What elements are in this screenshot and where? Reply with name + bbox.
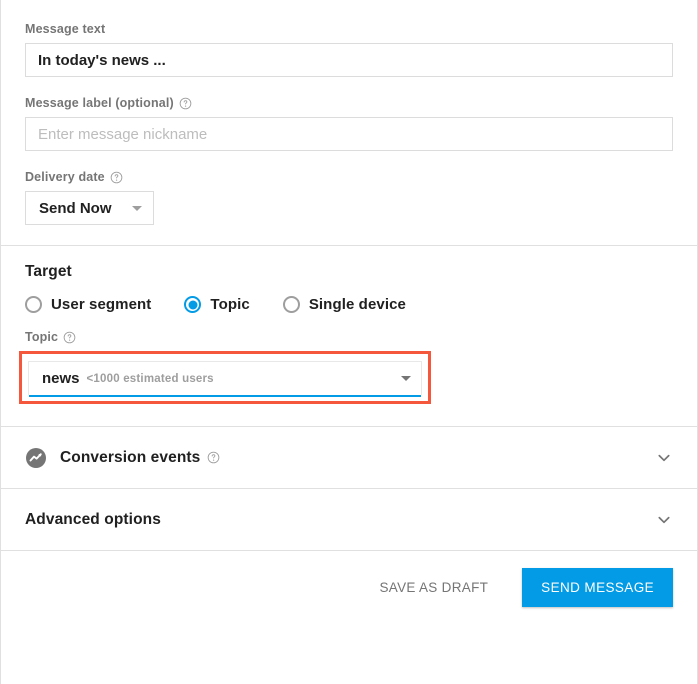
footer-actions: SAVE AS DRAFT SEND MESSAGE [1,551,697,623]
message-text-field-group: Message text In today's news ... [25,22,673,77]
chevron-down-icon[interactable] [655,449,673,467]
topic-label-text: Topic [25,330,59,344]
topic-label: Topic [25,330,673,344]
message-text-value: In today's news ... [38,51,166,69]
message-label-label-text: Message label (optional) [25,96,174,110]
topic-selected-value: news [42,370,80,387]
delivery-date-field-group: Delivery date Send Now [25,170,673,225]
message-label-placeholder: Enter message nickname [38,125,208,143]
conversion-events-row[interactable]: Conversion events [1,427,697,488]
help-circle-icon[interactable] [207,451,220,464]
chevron-down-icon[interactable] [655,511,673,529]
topic-estimated-users: <1000 estimated users [86,372,214,385]
target-radio-group: User segment Topic Single device [25,296,673,313]
send-message-button[interactable]: SEND MESSAGE [522,567,673,607]
topic-selector-highlight: news <1000 estimated users [19,351,431,404]
caret-down-icon [132,205,142,211]
radio-circle-icon [25,296,42,313]
radio-circle-selected-icon [184,296,202,313]
topic-select[interactable]: news <1000 estimated users [28,361,422,397]
conversion-events-title-wrap: Conversion events [60,449,220,467]
radio-single-device-label: Single device [308,296,406,313]
radio-topic[interactable]: Topic [184,296,250,313]
delivery-date-value: Send Now [39,199,112,217]
message-composer-page: Message text In today's news ... Message… [0,0,698,684]
target-title: Target [25,263,72,280]
conversion-events-title: Conversion events [60,448,201,466]
help-circle-icon[interactable] [63,331,76,344]
delivery-date-select[interactable]: Send Now [25,191,154,225]
advanced-options-left: Advanced options [25,511,161,529]
help-circle-icon[interactable] [179,97,192,110]
radio-user-segment[interactable]: User segment [25,296,151,313]
message-text-input[interactable]: In today's news ... [25,43,673,77]
message-text-label: Message text [25,22,673,36]
advanced-options-row[interactable]: Advanced options [1,489,697,550]
message-label-input[interactable]: Enter message nickname [25,117,673,151]
message-label-field-group: Message label (optional) Enter message n… [25,96,673,151]
caret-down-icon [401,376,411,381]
save-as-draft-button[interactable]: SAVE AS DRAFT [367,570,500,605]
delivery-date-label: Delivery date [25,170,673,184]
conversion-events-left: Conversion events [25,447,220,469]
radio-topic-label: Topic [210,296,250,313]
help-circle-icon[interactable] [110,171,123,184]
message-text-label-text: Message text [25,22,106,36]
delivery-date-label-text: Delivery date [25,170,105,184]
analytics-trend-icon [25,447,47,469]
message-label-label: Message label (optional) [25,96,673,110]
target-section: Target User segment Topic Single device … [1,246,697,426]
radio-single-device[interactable]: Single device [282,296,406,313]
radio-user-segment-label: User segment [51,296,152,313]
message-section: Message text In today's news ... Message… [1,0,697,245]
radio-circle-icon [282,296,300,313]
advanced-options-title: Advanced options [25,510,161,528]
